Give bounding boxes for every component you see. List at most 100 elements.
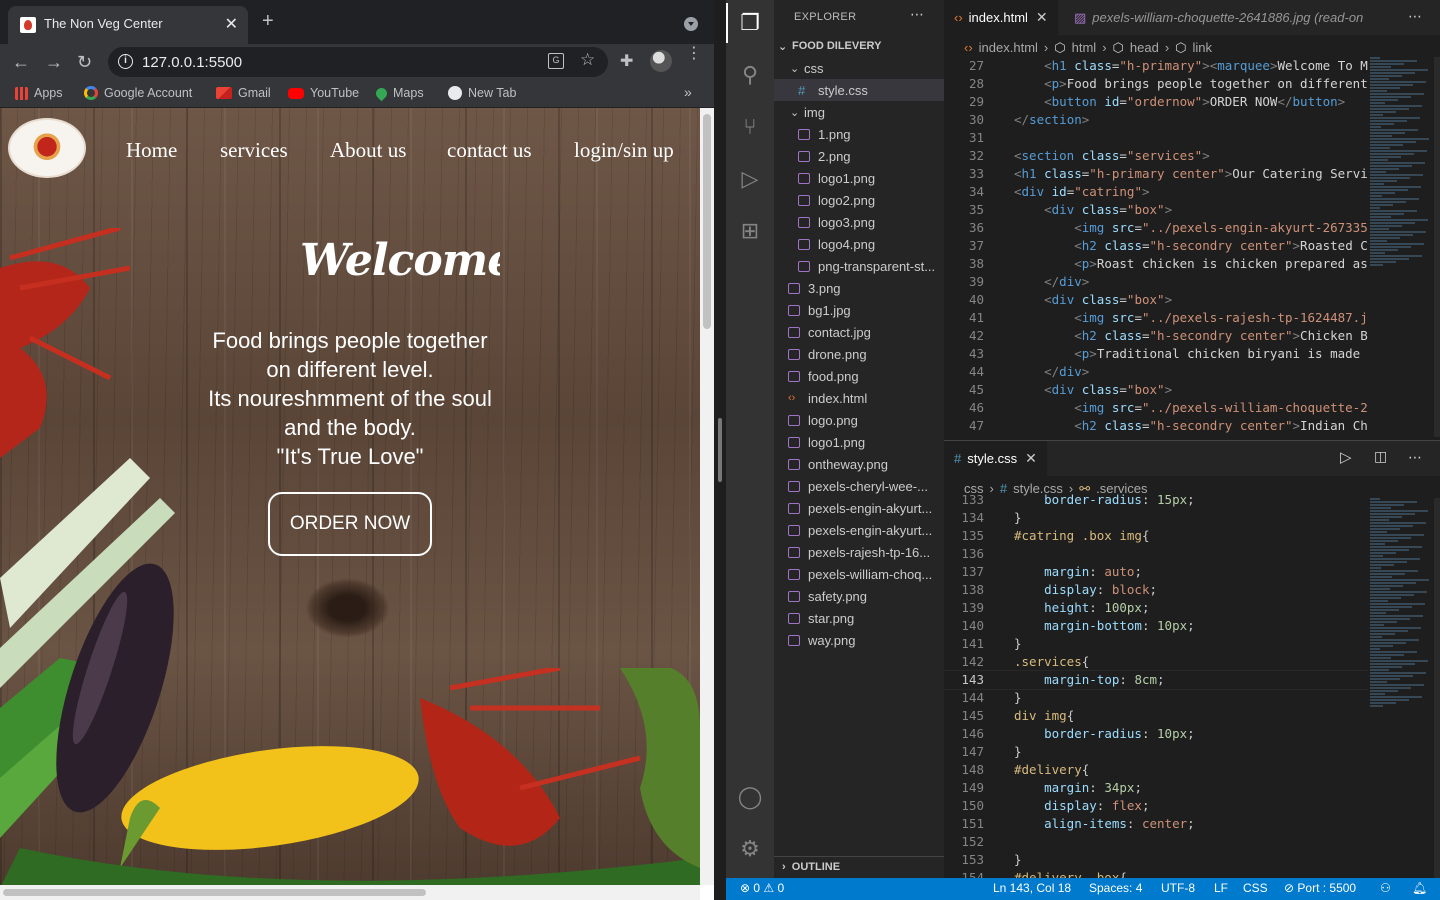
cursor-position[interactable]: Ln 143, Col 18 (993, 881, 1071, 895)
tree-file[interactable]: logo1.png (774, 431, 944, 453)
nav-link-contact[interactable]: contact us (447, 138, 532, 163)
code-line[interactable]: 43 <p>Traditional chicken biryani is mad… (944, 345, 1368, 363)
editor-more-icon[interactable]: ⋯ (1408, 449, 1422, 466)
nav-link-home[interactable]: Home (126, 138, 177, 163)
split-editor-icon[interactable]: ◫ (1374, 448, 1387, 465)
code-line[interactable]: 27 <h1 class="h-primary"><marquee>Welcom… (944, 57, 1368, 75)
code-line[interactable]: 36 <img src="../pexels-engin-akyurt-2673… (944, 219, 1368, 237)
page-vertical-scrollbar[interactable] (700, 108, 714, 885)
tree-file[interactable]: logo3.png (774, 211, 944, 233)
tab-style-css[interactable]: # style.css ✕ (944, 441, 1047, 476)
bookmark-google-account[interactable]: Google Account (84, 86, 192, 100)
code-line[interactable]: 47 <h2 class="h-secondry center">Indian … (944, 417, 1368, 435)
split-handle[interactable] (718, 418, 722, 482)
code-line[interactable]: 146 border-radius: 10px; (944, 725, 1368, 743)
tree-file[interactable]: png-transparent-st... (774, 255, 944, 277)
code-line[interactable]: 147} (944, 743, 1368, 761)
tree-file[interactable]: food.png (774, 365, 944, 387)
tree-file[interactable]: 3.png (774, 277, 944, 299)
breadcrumb-item[interactable]: html (1072, 40, 1097, 55)
project-folder[interactable]: ⌄ FOOD DILEVERY (774, 35, 944, 57)
code-line[interactable]: 35 <div class="box"> (944, 201, 1368, 219)
extensions-icon[interactable]: ⊞ (736, 217, 764, 245)
run-icon[interactable]: ▷ (1340, 448, 1352, 466)
tab-image-preview[interactable]: ▨ pexels-william-choquette-2641886.jpg (… (1064, 0, 1394, 35)
code-line[interactable]: 40 <div class="box"> (944, 291, 1368, 309)
source-control-icon[interactable]: ⑂ (736, 113, 764, 141)
nav-link-services[interactable]: services (220, 138, 288, 163)
more-bookmarks-icon[interactable]: » (684, 84, 692, 100)
code-line[interactable]: 33 <h1 class="h-primary center">Our Cater… (944, 165, 1368, 183)
settings-gear-icon[interactable]: ⚙ (736, 835, 764, 863)
code-line[interactable]: 154 #delivery .box{ (944, 869, 1368, 878)
code-line[interactable]: 141} (944, 635, 1368, 653)
minimap[interactable] (1370, 498, 1434, 878)
code-line[interactable]: 143 margin-top: 8cm; (944, 670, 1368, 690)
live-server-port[interactable]: ⊘ Port : 5500 (1284, 881, 1356, 895)
site-logo[interactable] (10, 120, 84, 176)
browser-tab[interactable]: The Non Veg Center ✕ (8, 6, 248, 44)
tree-file[interactable]: # style.css (774, 79, 944, 101)
code-line[interactable]: 46 <img src="../pexels-william-choquette… (944, 399, 1368, 417)
extensions-icon[interactable]: ✚ (620, 51, 633, 71)
tree-file[interactable]: logo.png (774, 409, 944, 431)
nav-link-about[interactable]: About us (330, 138, 406, 163)
tree-file[interactable]: ontheway.png (774, 453, 944, 475)
code-line[interactable]: 42 <h2 class="h-secondry center">Chicken… (944, 327, 1368, 345)
forward-icon[interactable]: → (45, 52, 63, 73)
tree-file[interactable]: way.png (774, 629, 944, 651)
editor-scrollbar[interactable] (1434, 498, 1440, 878)
window-split-divider[interactable] (714, 0, 726, 900)
code-line[interactable]: 138 display: block; (944, 581, 1368, 599)
code-line[interactable]: 149 margin: 34px; (944, 779, 1368, 797)
code-line[interactable]: 151 align-items: center; (944, 815, 1368, 833)
code-line[interactable]: 137 margin: auto; (944, 563, 1368, 581)
code-line[interactable]: 148 #delivery{ (944, 761, 1368, 779)
tree-file[interactable]: star.png (774, 607, 944, 629)
bookmark-maps[interactable]: Maps (373, 85, 424, 101)
code-line[interactable]: 38 <p>Roast chicken is chicken prepared … (944, 255, 1368, 273)
tree-file[interactable]: pexels-engin-akyurt... (774, 519, 944, 541)
tree-file[interactable]: logo2.png (774, 189, 944, 211)
new-tab-button[interactable]: + (262, 11, 274, 31)
breadcrumb-item[interactable]: head (1130, 40, 1159, 55)
site-info-icon[interactable]: i (118, 54, 133, 69)
encoding[interactable]: UTF-8 (1161, 881, 1195, 895)
search-icon[interactable]: ⚲ (736, 61, 764, 89)
close-tab-icon[interactable]: ✕ (225, 14, 238, 34)
code-line[interactable]: 145 div img{ (944, 707, 1368, 725)
code-line[interactable]: 152 (944, 833, 1368, 851)
breadcrumb-item[interactable]: link (1193, 40, 1213, 55)
bookmark-youtube[interactable]: YouTube (288, 86, 359, 100)
close-tab-icon[interactable]: ✕ (1036, 9, 1048, 26)
tree-file[interactable]: contact.jpg (774, 321, 944, 343)
bookmark-new-tab[interactable]: New Tab (448, 86, 516, 100)
browser-menu-icon[interactable]: ⋮ (686, 46, 702, 62)
breadcrumb-item[interactable]: index.html (979, 40, 1038, 55)
profile-avatar[interactable] (650, 50, 672, 72)
code-line[interactable]: 37 <h2 class="h-secondry center">Roasted… (944, 237, 1368, 255)
tree-file[interactable]: pexels-cheryl-wee-... (774, 475, 944, 497)
tree-folder[interactable]: ⌄ img (774, 101, 944, 123)
language-mode[interactable]: CSS (1243, 881, 1268, 895)
tree-file[interactable]: logo1.png (774, 167, 944, 189)
bookmark-gmail[interactable]: Gmail (216, 86, 271, 100)
tree-file[interactable]: pexels-engin-akyurt... (774, 497, 944, 519)
close-tab-icon[interactable]: ✕ (1025, 450, 1037, 467)
feedback-icon[interactable]: ⚇ (1380, 881, 1391, 895)
code-line[interactable]: 29 <button id="ordernow">ORDER NOW</butt… (944, 93, 1368, 111)
tree-file[interactable]: bg1.jpg (774, 299, 944, 321)
explorer-files-icon[interactable]: ❐ (736, 9, 764, 37)
code-line[interactable]: 39 </div> (944, 273, 1368, 291)
tree-file[interactable]: 2.png (774, 145, 944, 167)
explorer-more-icon[interactable]: ⋯ (910, 6, 924, 23)
code-line[interactable]: 153} (944, 851, 1368, 869)
code-line[interactable]: 32 <section class="services"> (944, 147, 1368, 165)
code-line[interactable]: 44 </div> (944, 363, 1368, 381)
editor-scrollbar[interactable] (1434, 57, 1440, 437)
page-horizontal-scrollbar[interactable] (0, 885, 700, 900)
code-line[interactable]: 28 <p>Food brings people together on dif… (944, 75, 1368, 93)
code-line[interactable]: 144} (944, 689, 1368, 707)
tree-file[interactable]: safety.png (774, 585, 944, 607)
problems-indicator[interactable]: ⊗ 0 ⚠ 0 (740, 881, 784, 895)
